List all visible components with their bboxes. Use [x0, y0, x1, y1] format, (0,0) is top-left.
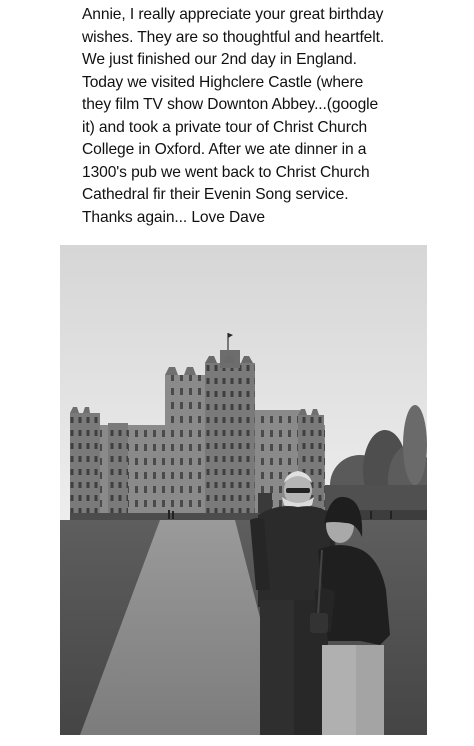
message-line: it) and took a private tour of Christ Ch…: [82, 118, 368, 136]
message-line: College in Oxford. After we ate dinner i…: [82, 141, 367, 158]
message-line: they film TV show Downton Abbey...(googl…: [82, 96, 379, 113]
message-line: Today we visited Highclere Castle (where: [82, 73, 364, 91]
message-line: Thanks again... Love Dave: [82, 208, 266, 226]
message-line: wishes. They are so thoughtful and heart…: [82, 28, 385, 46]
attached-photo[interactable]: [60, 245, 427, 735]
message-line: We just finished our 2nd day in England.: [82, 51, 357, 68]
message-text: Annie, I really appreciate your great bi…: [82, 4, 422, 229]
message-line: Cathedral fir their Evenin Song service.: [82, 186, 349, 203]
castle-photo-image: [60, 245, 427, 735]
message-line: Annie, I really appreciate your great bi…: [82, 6, 384, 23]
message-line: 1300's pub we went back to Christ Church: [82, 163, 370, 181]
